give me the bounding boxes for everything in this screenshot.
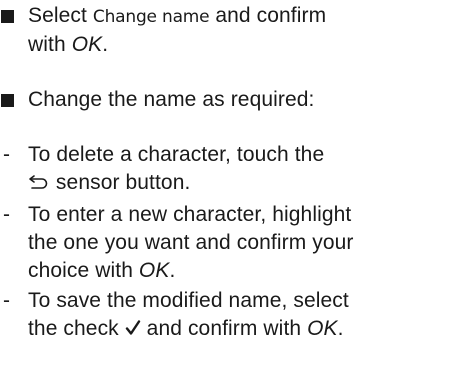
text-fragment: the check: [28, 317, 125, 340]
text-fragment: Select: [28, 4, 93, 27]
substep-text: To delete a character, touch the sensor …: [28, 141, 445, 197]
instruction-page: Select Change name and confirm with OK. …: [0, 0, 451, 374]
text-fragment: and confirm: [209, 4, 327, 27]
text-fragment: To save the modified name, select: [28, 289, 349, 312]
bullet-square-marker: [0, 86, 22, 114]
text-fragment: .: [337, 317, 344, 340]
ok-label: OK: [138, 259, 170, 282]
substep-text: To enter a new character, highlight the …: [28, 201, 445, 285]
text-fragment: choice with: [28, 259, 139, 282]
text-fragment: To delete a character, touch the: [28, 143, 325, 166]
bullet-square-marker: [0, 2, 22, 30]
back-arrow-icon: [29, 175, 48, 189]
text-fragment: with: [28, 33, 72, 56]
ok-label: OK: [71, 33, 103, 56]
step-text: Change the name as required:: [28, 86, 445, 114]
text-fragment: .: [102, 33, 109, 56]
ok-label: OK: [307, 317, 338, 340]
text-fragment: To enter a new character, highlight: [28, 203, 352, 226]
text-fragment: the one you want and confirm your: [28, 231, 354, 254]
text-fragment: sensor button.: [50, 171, 191, 194]
text-fragment: .: [169, 259, 176, 282]
substep-text: To save the modified name, select the ch…: [28, 287, 445, 343]
dash-marker: -: [3, 289, 11, 312]
text-fragment: and confirm with: [140, 317, 308, 340]
menu-item-name: Change name: [92, 7, 210, 27]
check-icon: [125, 320, 140, 335]
step-text: Select Change name and confirm with OK.: [28, 2, 445, 59]
dash-marker: -: [3, 203, 11, 226]
text-fragment: Change the name as required:: [28, 88, 315, 111]
dash-marker: -: [3, 143, 11, 166]
